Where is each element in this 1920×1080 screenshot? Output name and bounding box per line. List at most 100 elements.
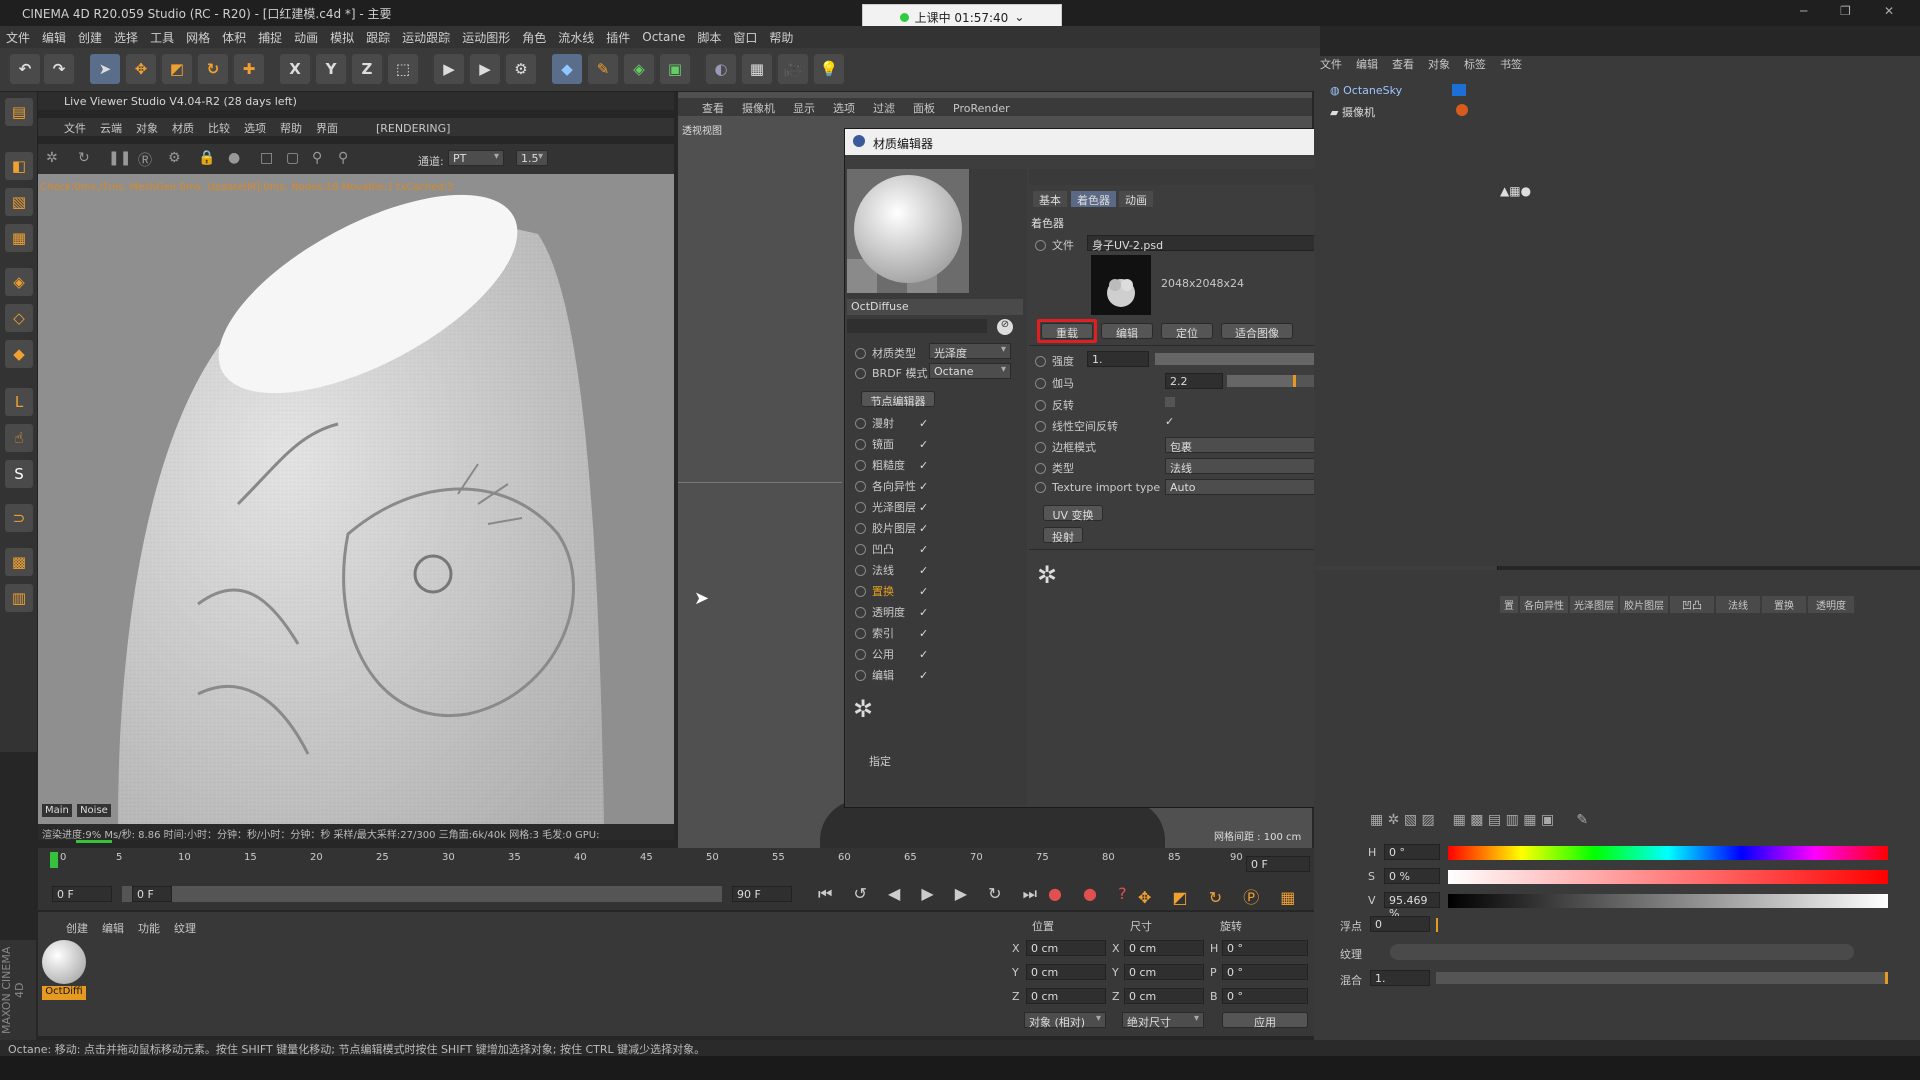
channel-item[interactable]: 光泽图层 ✓ [855,499,928,515]
menu-item[interactable]: 工具 [150,29,174,46]
channel-item-active[interactable]: 置换 ✓ [855,583,928,599]
lv-menu-item[interactable]: 材质 [172,120,194,136]
v-input[interactable]: 95.469 % [1384,892,1440,920]
redo-icon[interactable]: ↷ [44,54,74,84]
sphere-icon[interactable]: ● [228,150,246,168]
tab-shader[interactable]: 着色器 [1071,191,1116,207]
radio-icon[interactable] [855,347,866,359]
channel-item[interactable]: 胶片图层 ✓ [855,520,928,536]
magnet-icon[interactable]: ⊃ [5,504,33,532]
radio-icon[interactable] [1035,399,1046,411]
size-z-input[interactable]: 0 cm [1124,988,1204,1004]
tab-noise[interactable]: Noise [77,804,111,817]
lv-menu-item[interactable]: 云端 [100,120,122,136]
axis-mode-icon[interactable]: L [5,388,33,416]
model-mode-icon[interactable]: ◧ [5,152,33,180]
linear-invert-checkbox[interactable]: ✓ [1165,415,1174,428]
recent-tool-icon[interactable]: ✚ [234,54,264,84]
gear-icon[interactable]: ⚙ [168,150,186,168]
restart-icon[interactable]: ↻ [78,150,96,168]
material-name-field[interactable] [847,319,987,333]
reload-button[interactable]: 重载 [1041,323,1093,340]
pos-y-input[interactable]: 0 cm [1026,964,1106,980]
clay-icon[interactable]: □ [260,150,278,168]
range-start[interactable]: 0 F [132,886,172,902]
help-icon[interactable]: ✲ [853,695,873,723]
channel-item[interactable]: 漫射 ✓ [855,415,928,431]
lv-menu-item[interactable]: 比较 [208,120,230,136]
mix-slider[interactable] [1436,972,1888,984]
float-slider[interactable] [1436,918,1438,932]
om-menu-item[interactable]: 标签 [1464,56,1486,72]
radio-icon[interactable] [1035,420,1046,432]
channel-item[interactable]: 法线 ✓ [855,562,928,578]
radio-icon[interactable] [855,367,866,379]
check-icon[interactable]: ✓ [919,585,928,598]
uv-transform-button[interactable]: UV 变换 [1043,505,1103,522]
end-frame-field[interactable]: 90 F [732,886,792,902]
channel-item[interactable]: 编辑 ✓ [855,667,928,683]
menu-item[interactable]: 帮助 [769,29,793,46]
mm-menu-item[interactable]: 功能 [138,920,160,936]
lv-menu-item[interactable]: 对象 [136,120,158,136]
radio-icon[interactable] [855,648,866,660]
texture-mode-icon[interactable]: ▧ [5,188,33,216]
light-icon[interactable]: 💡 [814,54,844,84]
lv-menu-item[interactable]: 选项 [244,120,266,136]
h-input[interactable]: 0 ° [1384,844,1440,860]
start-frame-field[interactable]: 0 F [52,886,112,902]
object-row-octanesky[interactable]: ◍ OctaneSky [1330,84,1402,97]
workplane-lock-icon[interactable]: ▥ [5,584,33,612]
value-slider[interactable] [1448,894,1888,908]
vp-menu-item[interactable]: 显示 [793,100,815,116]
rotate-tool-icon[interactable]: ↻ [198,54,228,84]
move-tool-icon[interactable]: ✥ [126,54,156,84]
om-menu-item[interactable]: 文件 [1320,56,1342,72]
check-icon[interactable]: ✓ [919,438,928,451]
menu-item[interactable]: 脚本 [697,29,721,46]
locate-button[interactable]: 定位 [1161,323,1213,340]
live-viewer-render[interactable] [38,174,674,824]
vp-menu-item[interactable]: 面板 [913,100,935,116]
lv-menu-item[interactable]: 帮助 [280,120,302,136]
record-keys-icon[interactable]: ● ● ? [1048,884,1135,903]
menu-item[interactable]: 运动图形 [462,29,510,46]
radio-icon[interactable] [855,627,866,639]
edges-mode-icon[interactable]: ◇ [5,304,33,332]
check-icon[interactable]: ✓ [919,522,928,535]
camera-icon[interactable]: 🎥 [778,54,808,84]
mm-menu-item[interactable]: 编辑 [102,920,124,936]
render-settings-icon[interactable]: ⚙ [506,54,536,84]
coord-system-icon[interactable]: ⬚ [388,54,418,84]
radio-icon[interactable] [1035,377,1046,389]
maximize-icon[interactable]: ❐ [1840,4,1851,18]
s-input[interactable]: 0 % [1384,868,1440,884]
tab-basic[interactable]: 基本 [1033,191,1067,207]
material-swatch-label[interactable]: OctDiffi [42,986,86,1000]
projection-button[interactable]: 投射 [1043,527,1083,544]
snap-icon[interactable]: S [5,460,33,488]
vp-menu-item[interactable]: 查看 [702,100,724,116]
cube-icon[interactable]: ◆ [552,54,582,84]
radio-icon[interactable] [1035,239,1046,251]
menu-item[interactable]: 创建 [78,29,102,46]
vp-menu-item[interactable]: 摄像机 [742,100,775,116]
vp-menu-item[interactable]: 选项 [833,100,855,116]
radio-icon[interactable] [1035,462,1046,474]
menu-item[interactable]: 运动跟踪 [402,29,450,46]
check-icon[interactable]: ✓ [919,417,928,430]
check-icon[interactable]: ✓ [919,501,928,514]
menu-item[interactable]: 流水线 [558,29,594,46]
apply-button[interactable]: 应用 [1222,1012,1308,1029]
menu-item[interactable]: 选择 [114,29,138,46]
menu-item[interactable]: 角色 [522,29,546,46]
floor-icon[interactable]: ▦ [742,54,772,84]
vp-menu-item[interactable]: 过滤 [873,100,895,116]
check-icon[interactable]: ✓ [919,648,928,661]
check-icon[interactable]: ✓ [919,459,928,472]
picker-icon[interactable]: ⊘ [997,319,1013,335]
material-name[interactable]: OctDiffuse [847,299,1023,315]
attr-tab[interactable]: 置 [1500,596,1518,613]
radio-icon[interactable] [1035,355,1046,367]
menu-item[interactable]: 编辑 [42,29,66,46]
